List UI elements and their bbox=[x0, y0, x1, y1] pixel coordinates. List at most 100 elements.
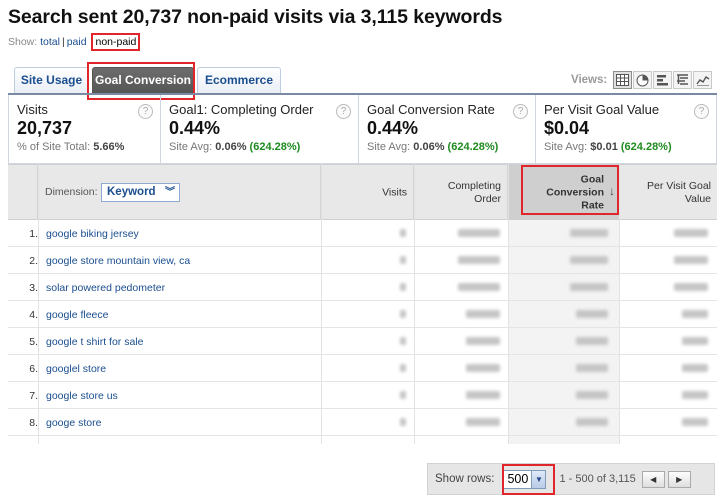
redacted-conversion-rate bbox=[570, 283, 608, 291]
comparison-icon[interactable] bbox=[653, 71, 673, 89]
row-index: 6. bbox=[29, 363, 38, 375]
filter-separator: | bbox=[61, 36, 65, 48]
scorecard-value: 0.44% bbox=[169, 118, 221, 138]
table-header: Dimension: Keyword ︾ Visits Completing Ord… bbox=[8, 164, 717, 220]
header-index-cell bbox=[8, 165, 38, 220]
tab-site-usage[interactable]: Site Usage bbox=[14, 67, 89, 93]
redacted-visits bbox=[400, 256, 406, 264]
header-per-visit-goal-value[interactable]: Per Visit Goal Value bbox=[619, 165, 717, 220]
filter-paid-link[interactable]: paid bbox=[67, 36, 87, 48]
header-dimension-cell: Dimension: Keyword ︾ bbox=[38, 165, 321, 220]
filter-total-link[interactable]: total bbox=[40, 36, 60, 48]
keyword-link[interactable]: googlel store bbox=[46, 363, 106, 375]
redacted-completing-order bbox=[466, 310, 500, 318]
redacted-conversion-rate bbox=[576, 337, 608, 345]
table-row: 3. solar powered pedometer bbox=[8, 274, 717, 301]
pivot-icon[interactable] bbox=[673, 71, 693, 89]
keyword-link[interactable]: google t shirt for sale bbox=[46, 336, 143, 348]
redacted-completing-order bbox=[458, 229, 500, 237]
scorecard-sub: Site Avg: $0.01 (624.28%) bbox=[544, 141, 672, 153]
pie-icon[interactable] bbox=[633, 71, 653, 89]
redacted-visits bbox=[400, 283, 406, 291]
scorecard-sub: Site Avg: 0.06% (624.28%) bbox=[367, 141, 499, 153]
tab-ecommerce[interactable]: Ecommerce bbox=[197, 67, 281, 93]
keyword-link[interactable]: google store us bbox=[46, 390, 118, 402]
row-index: 2. bbox=[29, 255, 38, 267]
redacted-conversion-rate bbox=[576, 364, 608, 372]
row-index: 3. bbox=[29, 282, 38, 294]
help-icon[interactable]: ? bbox=[694, 104, 709, 119]
redacted-per-visit-value bbox=[674, 283, 708, 291]
redacted-per-visit-value bbox=[674, 256, 708, 264]
pagination-bar: Show rows: 500 ▼ 1 - 500 of 3,115 ◀ ▶ bbox=[427, 463, 715, 495]
redacted-per-visit-value bbox=[682, 418, 708, 426]
scorecard-goal1: Goal1: Completing Order 0.44% Site Avg: … bbox=[161, 95, 359, 163]
header-completing-order[interactable]: Completing Order bbox=[414, 165, 508, 220]
view-switcher: Views: bbox=[571, 70, 713, 90]
row-range: 1 - 500 of 3,115 bbox=[559, 473, 636, 485]
traffic-filter: Show: total | paid non-paid bbox=[8, 33, 141, 51]
table-row: 1. google biking jersey bbox=[8, 220, 717, 247]
scorecard-sub: % of Site Total: 5.66% bbox=[17, 141, 125, 153]
dimension-label: Dimension: bbox=[45, 186, 98, 198]
redacted-visits bbox=[400, 229, 406, 237]
help-icon[interactable]: ? bbox=[138, 104, 153, 119]
keyword-link[interactable]: google store mountain view, ca bbox=[46, 255, 190, 267]
scorecard-value: $0.04 bbox=[544, 118, 590, 138]
row-index: 7. bbox=[29, 390, 38, 402]
show-rows-label: Show rows: bbox=[435, 473, 495, 485]
scorecard-name: Goal1: Completing Order bbox=[169, 102, 314, 117]
filter-non-paid-active[interactable]: non-paid bbox=[91, 33, 141, 51]
redacted-completing-order bbox=[458, 283, 500, 291]
redacted-conversion-rate bbox=[576, 418, 608, 426]
keywords-table: Dimension: Keyword ︾ Visits Completing Ord… bbox=[8, 164, 717, 444]
header-visits[interactable]: Visits bbox=[321, 165, 414, 220]
redacted-per-visit-value bbox=[682, 391, 708, 399]
sort-arrow-icon: ↓ bbox=[609, 184, 615, 198]
prev-page-button[interactable]: ◀ bbox=[641, 470, 665, 488]
next-page-button[interactable]: ▶ bbox=[667, 470, 691, 488]
show-label: Show: bbox=[8, 36, 38, 48]
redacted-conversion-rate bbox=[576, 310, 608, 318]
row-index: 8. bbox=[29, 417, 38, 429]
redacted-per-visit-value bbox=[682, 337, 708, 345]
table-row: 8. googe store bbox=[8, 409, 717, 436]
redacted-conversion-rate bbox=[570, 229, 608, 237]
keyword-link[interactable]: solar powered pedometer bbox=[46, 282, 165, 294]
redacted-per-visit-value bbox=[682, 310, 708, 318]
table-row: 7. google store us bbox=[8, 382, 717, 409]
redacted-completing-order bbox=[466, 337, 500, 345]
header-goal-conversion-rate[interactable]: Goal Conversion Rate ↓ bbox=[508, 165, 619, 220]
redacted-per-visit-value bbox=[674, 229, 708, 237]
scorecard-conversion-rate: Goal Conversion Rate 0.44% Site Avg: 0.0… bbox=[359, 95, 536, 163]
help-icon[interactable]: ? bbox=[336, 104, 351, 119]
row-index: 5. bbox=[29, 336, 38, 348]
keyword-link[interactable]: google fleece bbox=[46, 309, 108, 321]
chevron-down-icon: ︾ bbox=[165, 187, 175, 198]
redacted-completing-order bbox=[466, 418, 500, 426]
table-row: 4. google fleece bbox=[8, 301, 717, 328]
redacted-visits bbox=[400, 337, 406, 345]
help-icon[interactable]: ? bbox=[513, 104, 528, 119]
keyword-link[interactable]: google biking jersey bbox=[46, 228, 139, 240]
redacted-visits bbox=[400, 391, 406, 399]
trend-icon[interactable] bbox=[693, 71, 713, 89]
table-row: 5. google t shirt for sale bbox=[8, 328, 717, 355]
row-index: 4. bbox=[29, 309, 38, 321]
table-row: 2. google store mountain view, ca bbox=[8, 247, 717, 274]
dimension-selector[interactable]: Keyword ︾ bbox=[101, 183, 180, 202]
redacted-conversion-rate bbox=[576, 391, 608, 399]
rows-select-highlight bbox=[502, 464, 555, 495]
redacted-per-visit-value bbox=[682, 364, 708, 372]
row-index: 1. bbox=[29, 228, 38, 240]
redacted-completing-order bbox=[458, 256, 500, 264]
scorecard-name: Per Visit Goal Value bbox=[544, 102, 660, 117]
keyword-link[interactable]: googe store bbox=[46, 417, 101, 429]
table-row: 6. googlel store bbox=[8, 355, 717, 382]
redacted-completing-order bbox=[466, 364, 500, 372]
table-icon[interactable] bbox=[613, 71, 633, 89]
scorecard-value: 0.44% bbox=[367, 118, 419, 138]
redacted-conversion-rate bbox=[570, 256, 608, 264]
redacted-completing-order bbox=[466, 391, 500, 399]
page-title: Search sent 20,737 non-paid visits via 3… bbox=[8, 6, 503, 28]
